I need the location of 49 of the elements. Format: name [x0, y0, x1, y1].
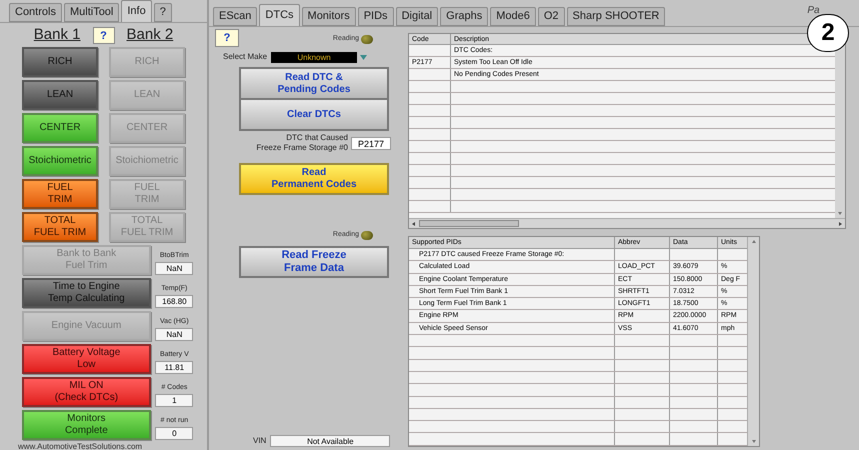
bank-title: Bank 1: [34, 24, 80, 45]
read-freeze-frame-button[interactable]: Read Freeze Frame Data: [239, 246, 389, 278]
tab[interactable]: O2: [538, 7, 565, 26]
help-button[interactable]: ?: [92, 26, 114, 44]
tab[interactable]: Graphs: [440, 7, 488, 26]
tab[interactable]: ?: [154, 3, 172, 22]
clear-dtcs-button[interactable]: Clear DTCs: [241, 100, 387, 129]
select-make-label: Select Make: [223, 51, 268, 63]
reading-field: 168.80: [155, 295, 194, 308]
freeze-frame-dtc-field: P2177: [351, 136, 391, 150]
vin-field: Not Available: [270, 435, 390, 447]
tab[interactable]: DTCs: [259, 4, 300, 26]
tab[interactable]: Controls: [9, 3, 62, 22]
indicator-button[interactable]: TOTAL FUEL TRIM: [22, 212, 98, 242]
indicator-button[interactable]: MIL ON (Check DTCs): [22, 377, 151, 407]
tab[interactable]: Info: [121, 0, 152, 22]
reading-field: 1: [155, 394, 194, 407]
indicator-button[interactable]: Monitors Complete: [22, 410, 151, 440]
bank-title: Bank 2: [126, 24, 174, 45]
indicator-button[interactable]: Stoichiometric: [22, 146, 98, 176]
reading-field: NaN: [155, 262, 194, 275]
indicator-button[interactable]: FUEL TRIM: [22, 179, 98, 209]
indicator-button[interactable]: RICH: [22, 47, 98, 77]
status-led-icon: [361, 230, 373, 240]
scroll-left-icon: [411, 220, 417, 226]
tab[interactable]: Monitors: [302, 7, 356, 26]
tab[interactable]: PIDs: [358, 7, 394, 26]
website-link[interactable]: www.AutomotiveTestSolutions.com: [0, 441, 207, 450]
scroll-right-icon: [837, 220, 843, 226]
tab[interactable]: MultiTool: [64, 3, 120, 22]
read-dtc-button[interactable]: Read DTC & Pending Codes: [241, 69, 387, 98]
indicator-button[interactable]: Time to Engine Temp Calculating: [22, 278, 151, 308]
indicator-button[interactable]: Battery Voltage Low: [22, 344, 151, 374]
indicator-button[interactable]: CENTER: [22, 113, 98, 143]
callout-badge: 2: [807, 14, 849, 52]
vin-label: VIN: [253, 435, 266, 447]
reading-field: NaN: [155, 328, 194, 341]
status-led-icon: [361, 34, 373, 44]
tab[interactable]: Digital: [396, 7, 438, 26]
read-permanent-codes-button[interactable]: Read Permanent Codes: [239, 163, 389, 195]
freeze-frame-dtc-label: DTC that Caused Freeze Frame Storage #0: [256, 133, 348, 153]
reading-field: 11.81: [155, 361, 194, 374]
dropdown-arrow-icon: [360, 54, 368, 60]
help-button[interactable]: ?: [215, 29, 239, 47]
indicator-button[interactable]: LEAN: [22, 80, 98, 110]
tab[interactable]: Sharp SHOOTER: [566, 7, 666, 26]
tab[interactable]: Mode6: [490, 7, 536, 26]
reading-field: 0: [155, 427, 194, 440]
tab[interactable]: EScan: [213, 7, 258, 26]
